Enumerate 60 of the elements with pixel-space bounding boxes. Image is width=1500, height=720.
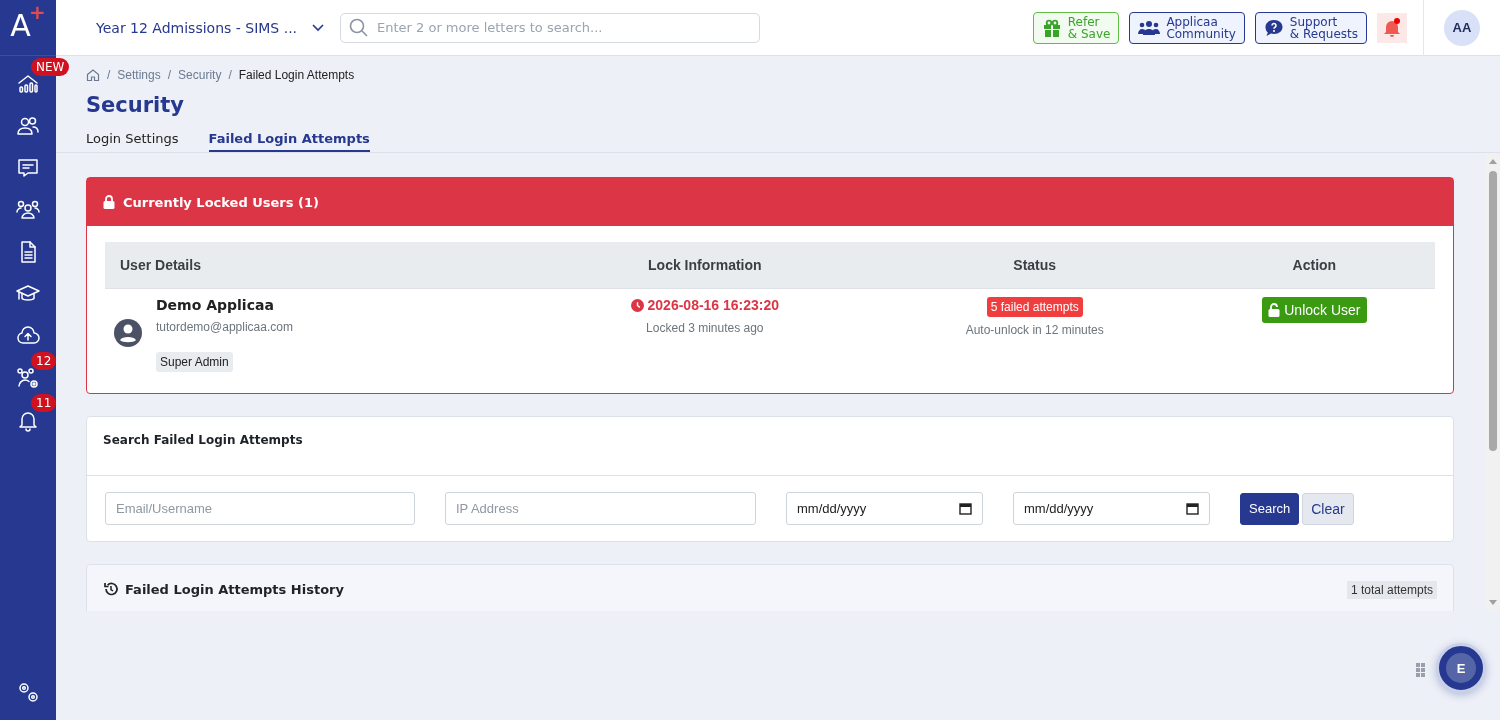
role-tag: Super Admin [156, 352, 233, 372]
column-header: User Details [105, 242, 534, 289]
ip-field[interactable]: IP Address [445, 492, 756, 525]
user-name: Demo Applicaa [156, 297, 275, 313]
unlock-icon [1268, 303, 1281, 317]
column-header: Action [1193, 242, 1435, 289]
sidebar-group-icon[interactable] [16, 198, 40, 222]
user-avatar[interactable]: AA [1444, 9, 1480, 46]
sidebar-group-gear-icon[interactable] [16, 366, 40, 390]
sidebar-message-icon[interactable] [16, 156, 40, 180]
calendar-icon [959, 502, 972, 515]
date-field[interactable]: mm/dd/yyyy [1013, 492, 1210, 525]
chat-button[interactable]: E [1436, 643, 1486, 693]
calendar-icon [1186, 502, 1199, 515]
card-title: Search Failed Login Attempts [103, 433, 303, 447]
tab[interactable]: Failed Login Attempts [208, 131, 370, 152]
breadcrumb-link[interactable]: Security [178, 68, 222, 82]
history-icon [103, 581, 119, 597]
unlock-button[interactable]: Unlock User [1262, 297, 1367, 323]
column-header: Lock Information [533, 242, 876, 289]
notification-badge: 12 [31, 352, 57, 370]
search-field[interactable]: Enter 2 or more letters to search... [340, 12, 760, 43]
notification-badge: 11 [31, 394, 57, 412]
date-field[interactable]: mm/dd/yyyy [786, 492, 983, 525]
sidebar-people-icon[interactable] [16, 114, 40, 138]
clear-button[interactable]: Clear [1302, 492, 1354, 525]
community-button[interactable]: Applicaa Community [1129, 11, 1245, 44]
notification-badge: NEW [31, 58, 70, 76]
card-title: Currently Locked Users (1) [123, 194, 319, 210]
user-avatar-icon [114, 319, 142, 347]
lock-time: 2026-08-16 16:23:20 [647, 297, 780, 313]
column-header: Status [875, 242, 1194, 289]
scrollbar[interactable] [1486, 153, 1500, 611]
home-icon[interactable] [86, 68, 100, 82]
breadcrumb-separator: / [107, 68, 111, 82]
search-button[interactable]: Search [1240, 492, 1300, 525]
support-button[interactable]: Support & Requests [1254, 11, 1367, 44]
breadcrumb-link[interactable]: Settings [117, 68, 161, 82]
search-icon [349, 17, 369, 38]
breadcrumb-separator: / [228, 68, 232, 82]
gift-icon [1041, 17, 1062, 38]
count-tag: 1 total attempts [1346, 581, 1437, 599]
sidebar-chart-icon[interactable] [16, 72, 40, 96]
grip-icon[interactable] [1416, 663, 1426, 677]
email-field[interactable]: Email/Username [105, 492, 415, 525]
card-title: Failed Login Attempts History [125, 581, 344, 597]
clock-icon [630, 298, 644, 312]
notification-bell-icon[interactable] [1377, 12, 1407, 43]
tab[interactable]: Login Settings [86, 131, 179, 152]
question-icon [1263, 17, 1284, 38]
user-email: tutordemo@applicaa.com [156, 320, 293, 334]
lock-age: Locked 3 minutes ago [645, 320, 765, 335]
auto-unlock-text: Auto-unlock in 12 minutes [964, 323, 1105, 337]
settings-icon[interactable] [16, 680, 40, 704]
page-title: Security [86, 93, 186, 117]
workspace-dropdown[interactable]: Year 12 Admissions - SIMS ... [96, 19, 340, 36]
breadcrumb-separator: / [167, 68, 172, 82]
lock-icon [103, 195, 115, 209]
chevron-down-icon [311, 22, 326, 33]
status-tag: 5 failed attempts [986, 297, 1083, 317]
